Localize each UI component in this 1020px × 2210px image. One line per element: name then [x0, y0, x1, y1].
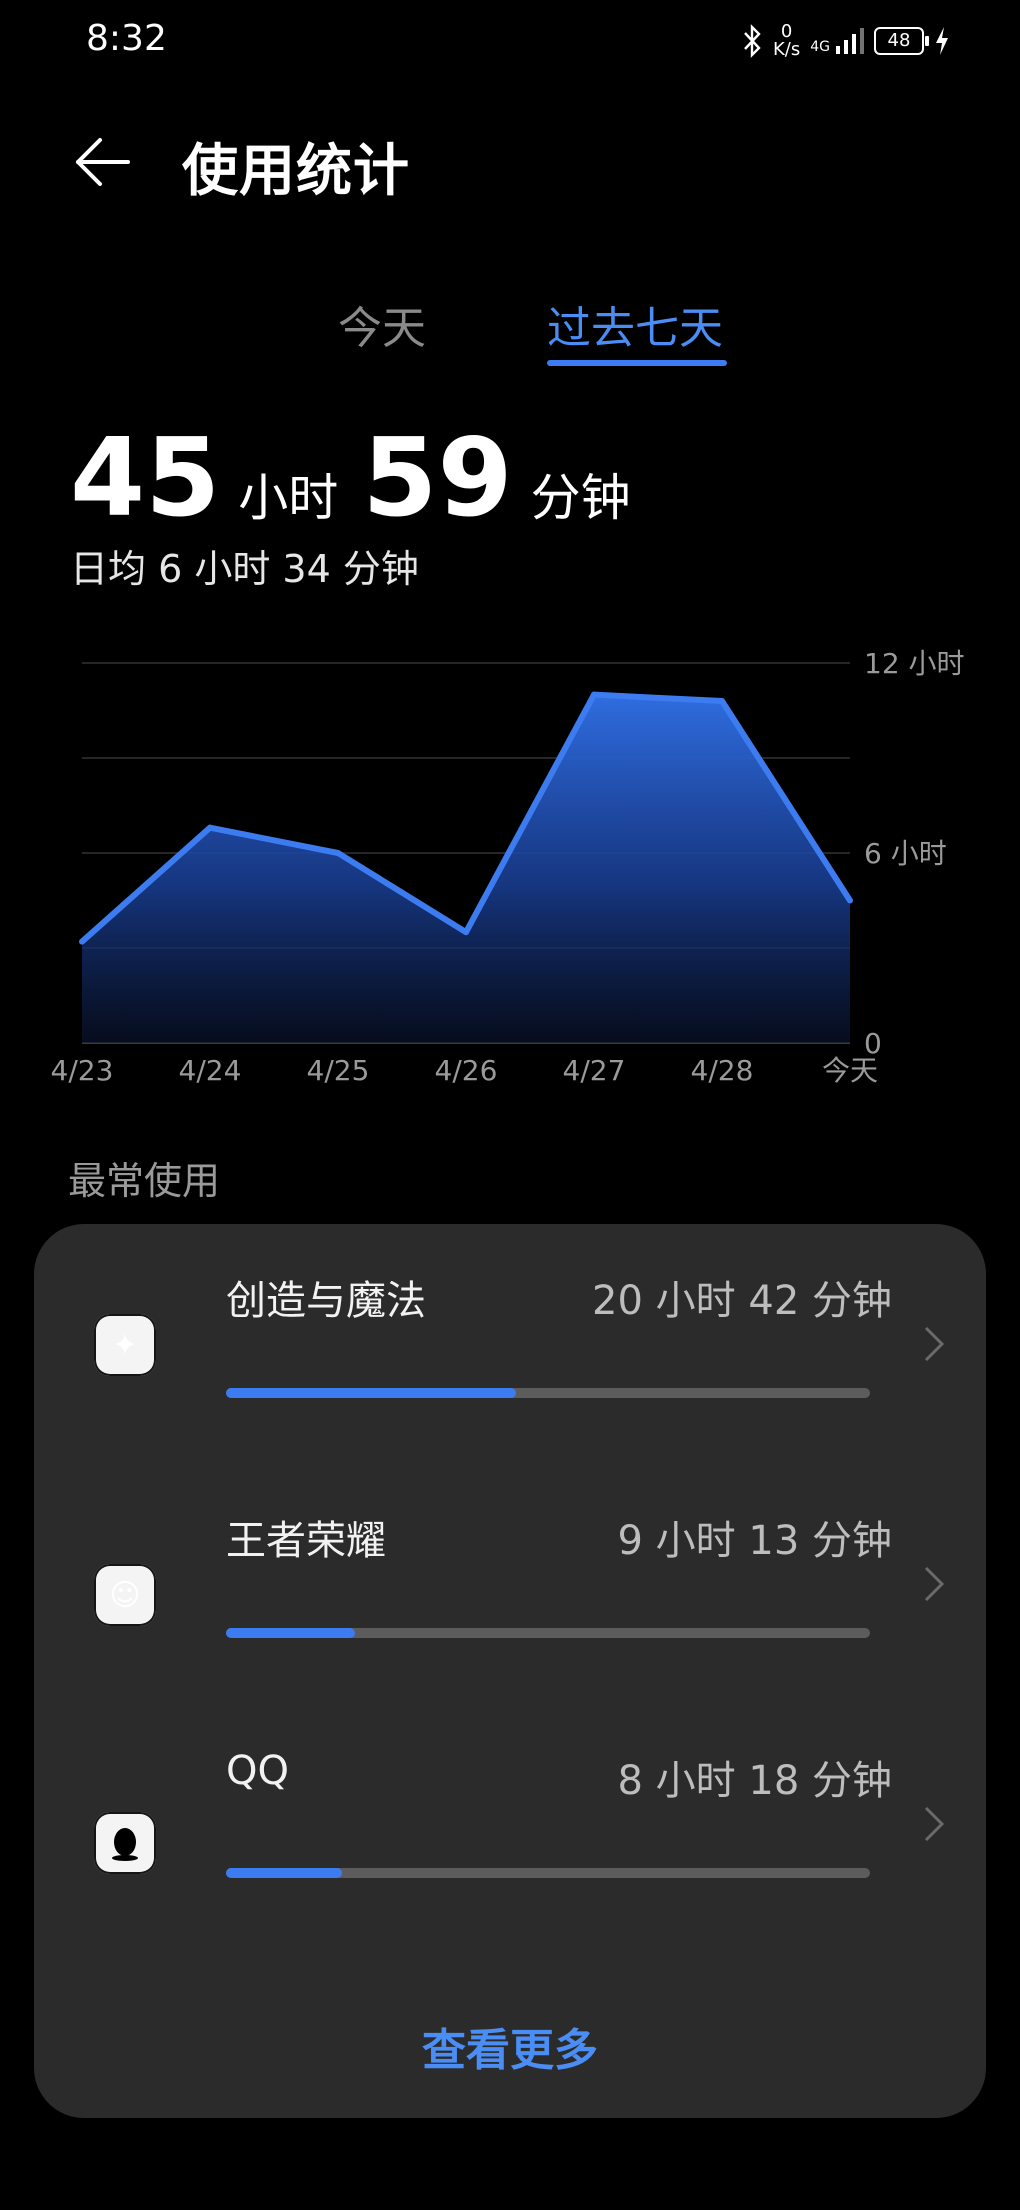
- chart-y-tick-label: 12 小时: [864, 647, 965, 680]
- total-hours-unit: 小时: [238, 469, 339, 527]
- status-icons: 0 K/s 4G 48: [741, 16, 950, 66]
- chevron-right-icon[interactable]: [918, 1564, 948, 1604]
- tab-today[interactable]: 今天: [338, 292, 426, 356]
- app-name: 王者荣耀: [226, 1518, 386, 1564]
- tab-past-seven-days[interactable]: 过去七天: [547, 292, 723, 356]
- chart-x-tick-label: 4/23: [51, 1054, 114, 1087]
- chart-x-tick-label: 4/27: [563, 1054, 626, 1087]
- chart-point: [719, 698, 725, 704]
- usage-chart: 4/23 4/24 4/25 4/26 4/27 4/28 今天06 小时12 小时: [51, 647, 965, 1087]
- chart-x-tick-label: 4/26: [435, 1054, 498, 1087]
- hero-portrait-icon: ☺: [94, 1564, 156, 1626]
- app-usage-time: 9 小时 13 分钟: [617, 1518, 893, 1564]
- total-hours: 45: [70, 416, 221, 541]
- penguin-icon: [94, 1812, 156, 1874]
- chart-point: [591, 691, 597, 698]
- chart-point: [463, 929, 469, 936]
- tab-selected-indicator: [547, 360, 727, 366]
- usage-bar: [226, 1388, 870, 1398]
- most-used-title: 最常使用: [68, 1159, 221, 1203]
- usage-bar: [226, 1868, 870, 1878]
- total-minutes: 59: [362, 416, 513, 541]
- daily-average: 日均 6 小时 34 分钟: [70, 547, 419, 591]
- chart-point: [335, 850, 341, 856]
- usage-bar-fill: [226, 1868, 342, 1878]
- usage-bar-fill: [226, 1388, 516, 1398]
- chevron-right-icon[interactable]: [918, 1324, 948, 1364]
- back-arrow-icon[interactable]: [72, 132, 132, 192]
- total-usage: 45 小时 59 分钟: [70, 416, 655, 541]
- chart-area: [82, 694, 850, 1043]
- network-speed: 0 K/s: [773, 23, 800, 59]
- usage-bar: [226, 1628, 870, 1638]
- total-minutes-unit: 分钟: [530, 469, 631, 527]
- app-usage-time: 20 小时 42 分钟: [592, 1278, 892, 1324]
- chart-y-tick-label: 0: [864, 1027, 882, 1060]
- chart-point: [207, 824, 213, 831]
- chart-point: [847, 897, 853, 904]
- charging-icon: [936, 27, 948, 55]
- network-speed-unit: K/s: [772, 39, 801, 60]
- page-title: 使用统计: [182, 139, 410, 204]
- chart-point: [79, 938, 85, 945]
- app-row[interactable]: ☺ 王者荣耀 9 小时 13 分钟: [34, 1464, 986, 1704]
- bluetooth-icon: [744, 24, 761, 58]
- battery-icon: 48: [874, 27, 929, 55]
- chevron-right-icon[interactable]: [918, 1804, 948, 1844]
- chart-x-tick-label: 4/24: [179, 1054, 242, 1087]
- view-more-link[interactable]: 查看更多: [34, 2014, 986, 2078]
- status-time: 8:32: [86, 18, 167, 59]
- chart-x-tick-label: 4/28: [691, 1054, 754, 1087]
- signal-label: 4G: [810, 39, 830, 55]
- app-usage-time: 8 小时 18 分钟: [617, 1758, 893, 1804]
- app-row[interactable]: ✦ 创造与魔法 20 小时 42 分钟: [34, 1224, 986, 1464]
- signal-icon: 4G: [810, 28, 864, 54]
- app-row[interactable]: QQ 8 小时 18 分钟: [34, 1704, 986, 1944]
- chart-x-tick-label: 4/25: [307, 1054, 370, 1087]
- chart-y-tick-label: 6 小时: [864, 837, 947, 870]
- usage-bar-fill: [226, 1628, 355, 1638]
- game-character-icon: ✦: [94, 1314, 156, 1376]
- app-name: QQ: [226, 1748, 289, 1794]
- app-name: 创造与魔法: [226, 1278, 426, 1324]
- most-used-card: ✦ 创造与魔法 20 小时 42 分钟 ☺ 王者荣耀 9 小时 13 分钟 QQ…: [34, 1224, 986, 2118]
